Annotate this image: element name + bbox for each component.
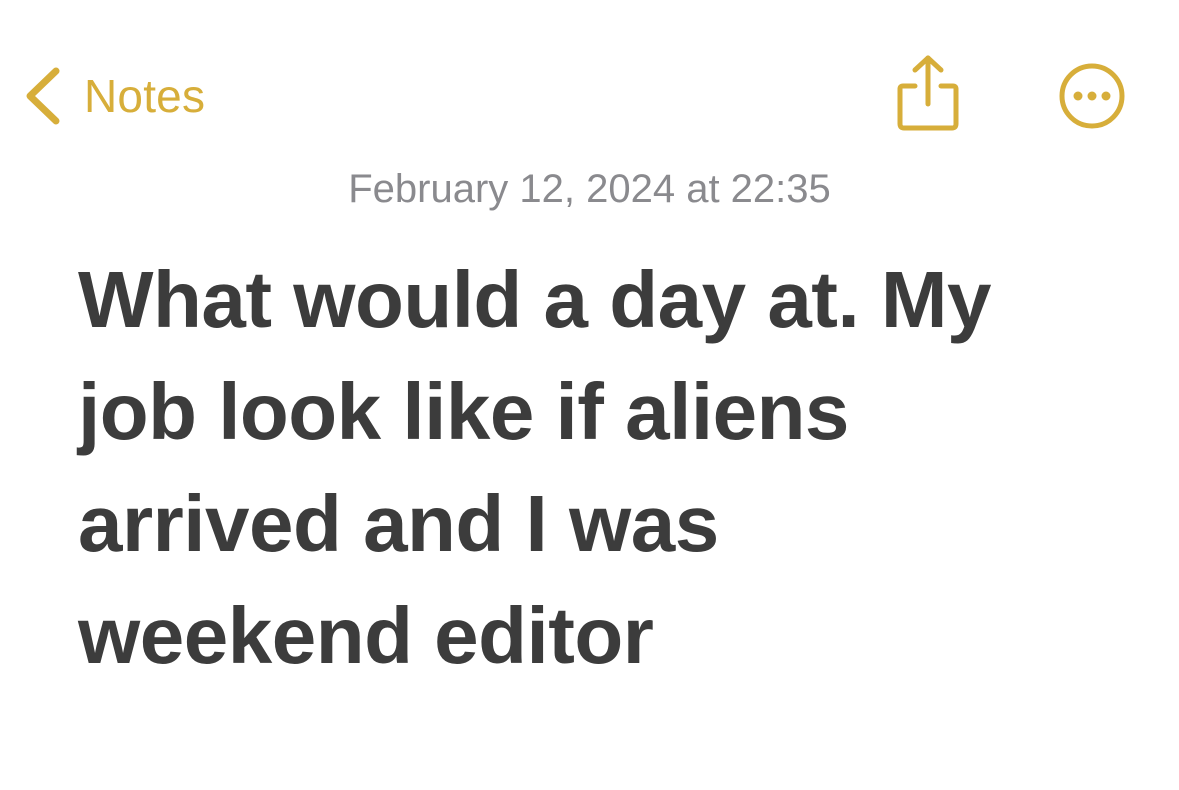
chevron-left-icon bbox=[22, 65, 62, 127]
note-text-body[interactable]: What would a day at. My job look like if… bbox=[78, 244, 1118, 692]
back-button-label: Notes bbox=[84, 70, 206, 122]
note-line: job look like if aliens bbox=[78, 367, 849, 456]
navigation-bar: Notes bbox=[0, 0, 1179, 160]
note-timestamp: February 12, 2024 at 22:35 bbox=[348, 167, 831, 211]
more-options-button[interactable] bbox=[1054, 60, 1130, 136]
ellipsis-circle-icon bbox=[1054, 63, 1130, 140]
back-button[interactable]: Notes bbox=[22, 58, 205, 134]
share-icon bbox=[893, 55, 963, 138]
note-line: weekend editor bbox=[78, 591, 654, 680]
share-button[interactable] bbox=[893, 52, 963, 134]
note-line: What would a day at. My bbox=[78, 255, 992, 344]
note-line: arrived and I was bbox=[78, 479, 719, 568]
